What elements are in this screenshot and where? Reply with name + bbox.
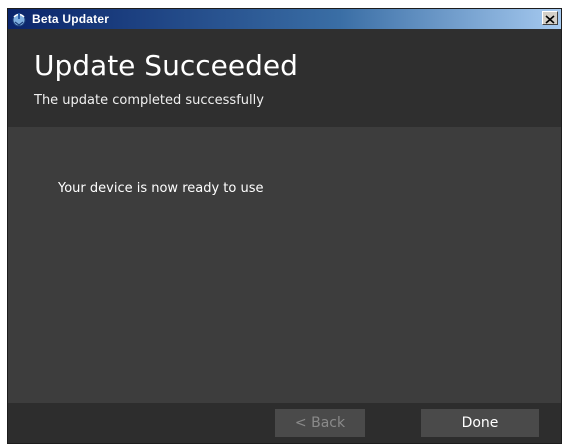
content-panel: Your device is now ready to use (8, 127, 561, 403)
close-button[interactable] (542, 11, 558, 25)
updater-window: Beta Updater Update Succeeded The update… (7, 8, 562, 444)
app-updater-icon (11, 11, 27, 27)
window-title: Beta Updater (32, 12, 110, 26)
done-button[interactable]: Done (421, 409, 539, 437)
page-title: Update Succeeded (34, 49, 298, 82)
back-button[interactable]: < Back (275, 409, 365, 437)
close-icon (545, 9, 555, 28)
page-subtitle: The update completed successfully (34, 93, 264, 108)
footer-bar: < Back Done (8, 403, 561, 443)
status-message: Your device is now ready to use (58, 181, 264, 196)
header-panel: Update Succeeded The update completed su… (8, 29, 561, 127)
title-bar[interactable]: Beta Updater (8, 9, 561, 29)
